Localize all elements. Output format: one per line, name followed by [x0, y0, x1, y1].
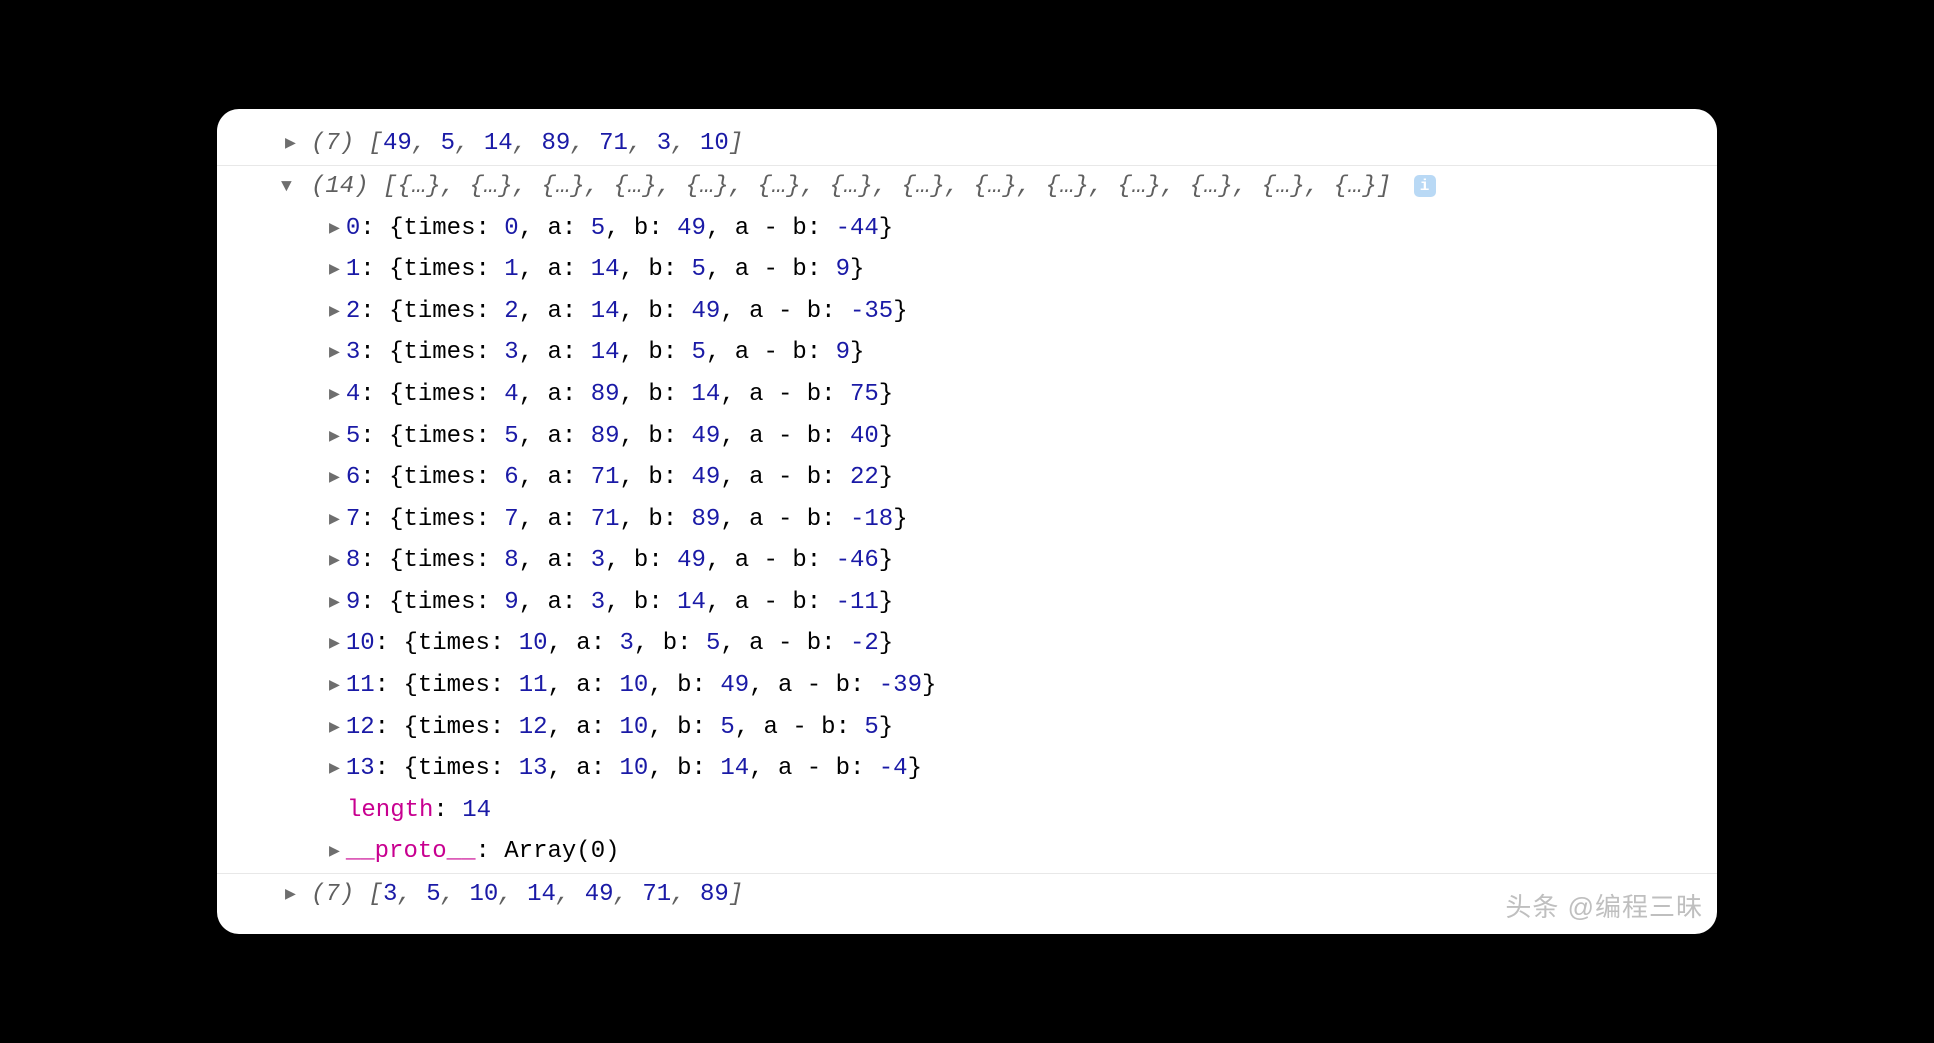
expand-arrow-icon[interactable]: ▶ [329, 258, 340, 283]
expand-arrow-icon[interactable]: ▶ [329, 674, 340, 699]
expand-arrow-icon[interactable]: ▶ [329, 716, 340, 741]
array-item-row[interactable]: ▶1: {times: 1, a: 14, b: 5, a - b: 9} [217, 249, 1717, 291]
array-summary-len: (7) [311, 130, 354, 157]
array-summary-len: (14) [311, 173, 369, 200]
console-panel: ▶ (7) [49, 5, 14, 89, 71, 3, 10] ▼ (14) … [217, 109, 1717, 933]
array-placeholders: {…}, {…}, {…}, {…}, {…}, {…}, {…}, {…}, … [397, 173, 1376, 200]
array-item-row[interactable]: ▶5: {times: 5, a: 89, b: 49, a - b: 40} [217, 416, 1717, 458]
expand-arrow-icon[interactable]: ▶ [329, 549, 340, 574]
array-length-row[interactable]: length: 14 [217, 790, 1717, 832]
array-item: 3 [383, 881, 397, 908]
array-item-row[interactable]: ▶7: {times: 7, a: 71, b: 89, a - b: -18} [217, 499, 1717, 541]
array-item-row[interactable]: ▶0: {times: 0, a: 5, b: 49, a - b: -44} [217, 208, 1717, 250]
array-item-row[interactable]: ▶8: {times: 8, a: 3, b: 49, a - b: -46} [217, 540, 1717, 582]
array-item-row[interactable]: ▶9: {times: 9, a: 3, b: 14, a - b: -11} [217, 582, 1717, 624]
array-item-row[interactable]: ▶6: {times: 6, a: 71, b: 49, a - b: 22} [217, 457, 1717, 499]
array-item: 14 [527, 881, 556, 908]
array-item: 71 [599, 130, 628, 157]
array-values: 3, 5, 10, 14, 49, 71, 89 [383, 881, 729, 908]
expand-arrow-icon[interactable]: ▶ [329, 757, 340, 782]
array-item-row[interactable]: ▶3: {times: 3, a: 14, b: 5, a - b: 9} [217, 332, 1717, 374]
array-item: 5 [426, 881, 440, 908]
array-item: 89 [542, 130, 571, 157]
array-values: 49, 5, 14, 89, 71, 3, 10 [383, 130, 729, 157]
expand-arrow-icon[interactable]: ▶ [329, 425, 340, 450]
array-proto-row[interactable]: ▶__proto__: Array(0) [217, 831, 1717, 874]
array-item-row[interactable]: ▶12: {times: 12, a: 10, b: 5, a - b: 5} [217, 707, 1717, 749]
array-item: 10 [469, 881, 498, 908]
expand-arrow-icon[interactable]: ▶ [329, 300, 340, 325]
log-entry-array-3[interactable]: ▶ (7) [3, 5, 10, 14, 49, 71, 89] [217, 874, 1717, 916]
array-item: 49 [585, 881, 614, 908]
expand-arrow-icon[interactable]: ▶ [329, 508, 340, 533]
array-item-row[interactable]: ▶2: {times: 2, a: 14, b: 49, a - b: -35} [217, 291, 1717, 333]
info-icon[interactable]: i [1414, 175, 1436, 197]
array-item-row[interactable]: ▶11: {times: 11, a: 10, b: 49, a - b: -3… [217, 665, 1717, 707]
collapse-arrow-icon[interactable]: ▼ [281, 175, 292, 200]
expand-arrow-icon[interactable]: ▶ [329, 217, 340, 242]
expand-arrow-icon[interactable]: ▶ [329, 632, 340, 657]
array-item-row[interactable]: ▶10: {times: 10, a: 3, b: 5, a - b: -2} [217, 623, 1717, 665]
expand-arrow-icon[interactable]: ▶ [329, 591, 340, 616]
expand-arrow-icon[interactable]: ▶ [329, 383, 340, 408]
log-entry-array-1[interactable]: ▶ (7) [49, 5, 14, 89, 71, 3, 10] [217, 123, 1717, 166]
expand-arrow-icon[interactable]: ▶ [329, 466, 340, 491]
array-item: 14 [484, 130, 513, 157]
watermark-text: 头条 @编程三昧 [1505, 887, 1703, 924]
array-item-row[interactable]: ▶4: {times: 4, a: 89, b: 14, a - b: 75} [217, 374, 1717, 416]
array-item: 10 [700, 130, 729, 157]
expand-arrow-icon[interactable]: ▶ [329, 840, 340, 865]
array-item-row[interactable]: ▶13: {times: 13, a: 10, b: 14, a - b: -4… [217, 748, 1717, 790]
array-item: 89 [700, 881, 729, 908]
array-item: 71 [642, 881, 671, 908]
log-entry-array-2-header[interactable]: ▼ (14) [{…}, {…}, {…}, {…}, {…}, {…}, {…… [217, 166, 1717, 208]
array-summary-len: (7) [311, 881, 354, 908]
array-item: 49 [383, 130, 412, 157]
array-item: 5 [441, 130, 455, 157]
expand-arrow-icon[interactable]: ▶ [285, 132, 296, 157]
expand-arrow-icon[interactable]: ▶ [285, 883, 296, 908]
expand-arrow-icon[interactable]: ▶ [329, 341, 340, 366]
array-expanded-items: ▶0: {times: 0, a: 5, b: 49, a - b: -44}▶… [217, 208, 1717, 790]
array-item: 3 [657, 130, 671, 157]
